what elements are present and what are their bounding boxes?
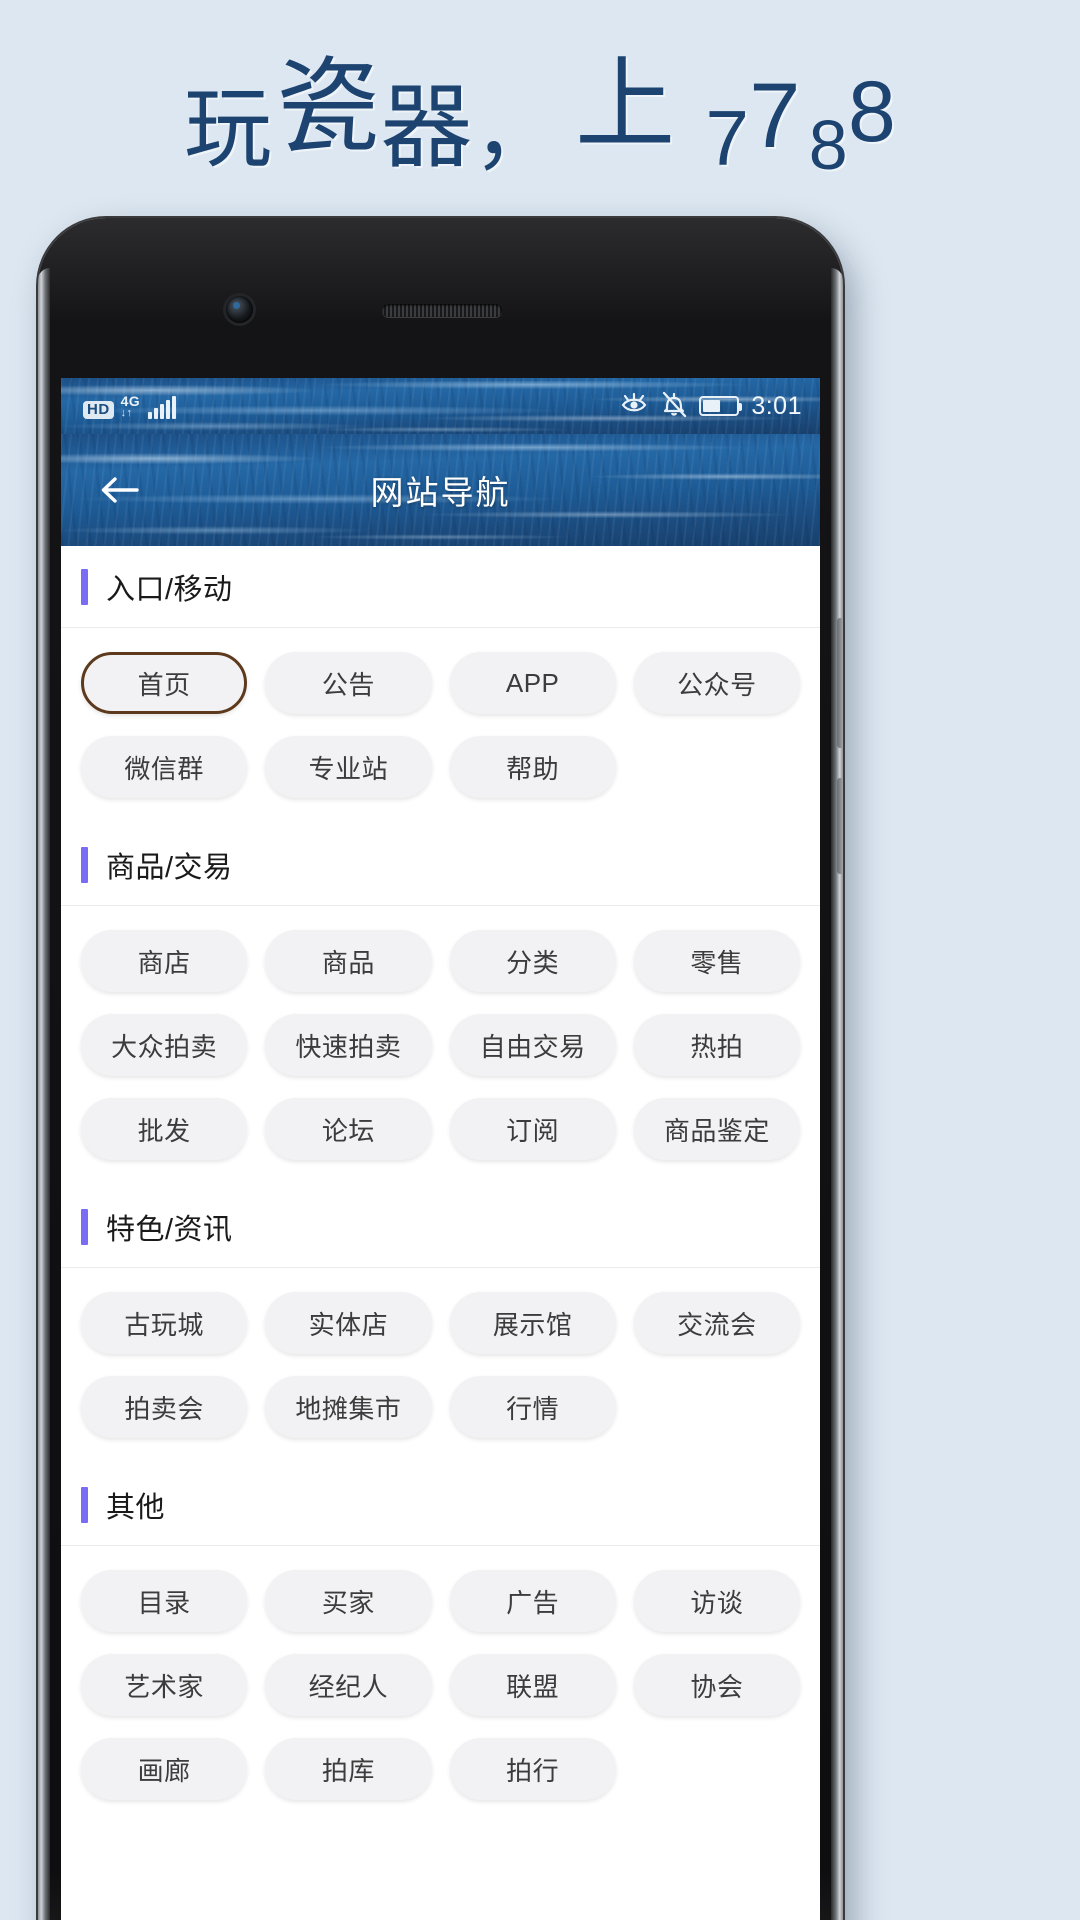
promo-headline: 玩 瓷 器 ， 上 7 7 8 8: [0, 0, 1080, 215]
chip-grid: 首页 公告 APP 公众号微信群 专业站 帮助: [61, 628, 820, 824]
nav-chip[interactable]: 买家: [265, 1570, 432, 1632]
nav-chip[interactable]: 目录: [81, 1570, 248, 1632]
nav-chip[interactable]: 商店: [81, 930, 248, 992]
nav-chip[interactable]: 地摊集市: [265, 1376, 432, 1438]
nav-chip[interactable]: 画廊: [81, 1738, 248, 1800]
section-accent-bar: [81, 1486, 88, 1523]
nav-chip[interactable]: 行情: [449, 1376, 616, 1438]
phone-left-rail: [38, 268, 50, 1920]
section-accent-bar: [81, 1208, 88, 1245]
headline-char-4: 上: [575, 48, 676, 161]
nav-chip[interactable]: 广告: [449, 1570, 616, 1632]
nav-chip[interactable]: 论坛: [265, 1098, 432, 1160]
nav-chip[interactable]: 交流会: [633, 1292, 800, 1354]
hd-icon: HD: [83, 400, 114, 419]
section-title: 入口/移动: [106, 573, 233, 606]
phone-right-rail: [831, 268, 843, 1920]
status-bar: HD 4G ↓↑ 3:01: [61, 378, 820, 434]
volume-button[interactable]: [837, 618, 843, 748]
chip-grid: 商店 商品 分类 零售大众拍卖 快速拍卖 自由交易 热拍批发 论坛 订阅 商品鉴定: [61, 906, 820, 1186]
nav-chip[interactable]: 公告: [265, 652, 432, 714]
nav-chip[interactable]: 访谈: [633, 1570, 800, 1632]
promo-headline-text: 玩 瓷 器 ， 上 7 7 8 8: [184, 48, 897, 180]
nav-chip[interactable]: 拍卖会: [81, 1376, 248, 1438]
section-entry-mobile: 入口/移动首页 公告 APP 公众号微信群 专业站 帮助: [61, 546, 820, 824]
nav-chip[interactable]: 帮助: [449, 736, 616, 798]
headline-digit-0: 7: [705, 93, 750, 182]
section-header: 特色/资讯: [61, 1186, 820, 1268]
nav-chip[interactable]: 公众号: [633, 652, 800, 714]
nav-chip[interactable]: 展示馆: [449, 1292, 616, 1354]
status-bar-left: HD 4G ↓↑: [83, 394, 176, 419]
nav-chip[interactable]: 批发: [81, 1098, 248, 1160]
headline-char-3: ，: [472, 83, 560, 180]
nav-chip[interactable]: 专业站: [265, 736, 432, 798]
phone-mockup: HD 4G ↓↑ 3:01 网站导航 入口/移动 首页 公告 APP 公众号 微…: [38, 218, 843, 1920]
section-feature-news: 特色/资讯古玩城 实体店 展示馆 交流会拍卖会 地摊集市 行情: [61, 1186, 820, 1464]
headline-digit-3: 8: [847, 63, 897, 160]
section-header: 入口/移动: [61, 546, 820, 628]
section-accent-bar: [81, 846, 88, 883]
nav-chip[interactable]: 商品鉴定: [633, 1098, 800, 1160]
section-title: 特色/资讯: [106, 1213, 233, 1246]
signal-bars-icon: [147, 395, 176, 419]
back-arrow-icon[interactable]: [87, 457, 153, 523]
phone-top-bezel: [38, 218, 843, 378]
nav-chip[interactable]: 协会: [633, 1654, 800, 1716]
section-other: 其他目录 买家 广告 访谈艺术家 经纪人 联盟 协会画廊 拍库 拍行: [61, 1464, 820, 1826]
nav-chip[interactable]: 实体店: [265, 1292, 432, 1354]
nav-chip[interactable]: 热拍: [633, 1014, 800, 1076]
nav-chip[interactable]: 艺术家: [81, 1654, 248, 1716]
status-bar-clock: 3:01: [751, 391, 802, 420]
nav-chip[interactable]: 经纪人: [265, 1654, 432, 1716]
bell-muted-icon: [661, 390, 687, 423]
chip-grid: 古玩城 实体店 展示馆 交流会拍卖会 地摊集市 行情: [61, 1268, 820, 1464]
nav-chip[interactable]: 商品: [265, 930, 432, 992]
nav-chip[interactable]: 联盟: [449, 1654, 616, 1716]
headline-char-0: 玩: [183, 78, 273, 178]
section-accent-bar: [81, 568, 88, 605]
section-title: 商品/交易: [106, 851, 233, 884]
network-indicator: 4G ↓↑: [121, 394, 140, 419]
battery-icon: [699, 396, 743, 416]
nav-chip[interactable]: 自由交易: [449, 1014, 616, 1076]
nav-chip[interactable]: 大众拍卖: [81, 1014, 248, 1076]
earpiece-speaker: [382, 304, 502, 317]
section-header: 其他: [61, 1464, 820, 1546]
headline-char-1: 瓷: [276, 49, 381, 166]
eye-care-icon: [619, 391, 649, 422]
chip-grid: 目录 买家 广告 访谈艺术家 经纪人 联盟 协会画廊 拍库 拍行: [61, 1546, 820, 1826]
nav-content[interactable]: 入口/移动首页 公告 APP 公众号微信群 专业站 帮助商品/交易商店 商品 分类 零售大众拍卖…: [61, 546, 820, 1920]
nav-chip[interactable]: APP: [449, 652, 616, 714]
app-bar: 网站导航: [61, 434, 820, 546]
headline-digit-1: 7: [749, 64, 801, 167]
section-header: 商品/交易: [61, 824, 820, 906]
headline-char-2: 器: [380, 76, 473, 179]
network-type-label: 4G: [120, 392, 140, 409]
status-bar-right: 3:01: [619, 390, 802, 423]
nav-chip[interactable]: 微信群: [81, 736, 248, 798]
section-title: 其他: [106, 1491, 166, 1524]
nav-chip[interactable]: 拍库: [265, 1738, 432, 1800]
nav-chip[interactable]: 分类: [449, 930, 616, 992]
network-traffic-icon: ↓↑: [120, 406, 133, 419]
nav-chip[interactable]: 订阅: [449, 1098, 616, 1160]
phone-screen: HD 4G ↓↑ 3:01 网站导航 入口/移动 首页 公告 APP 公众号 微…: [61, 378, 820, 1920]
power-button[interactable]: [837, 778, 843, 874]
page-title: 网站导航: [370, 474, 511, 511]
nav-chip-selected[interactable]: 首页: [81, 652, 248, 714]
nav-chip[interactable]: 零售: [633, 930, 800, 992]
headline-digit-2: 8: [808, 105, 848, 184]
nav-chip[interactable]: 古玩城: [81, 1292, 248, 1354]
front-camera-icon: [226, 296, 253, 323]
section-goods-trade: 商品/交易商店 商品 分类 零售大众拍卖 快速拍卖 自由交易 热拍批发 论坛 订阅 商品鉴定: [61, 824, 820, 1186]
nav-chip[interactable]: 快速拍卖: [265, 1014, 432, 1076]
nav-chip[interactable]: 拍行: [449, 1738, 616, 1800]
